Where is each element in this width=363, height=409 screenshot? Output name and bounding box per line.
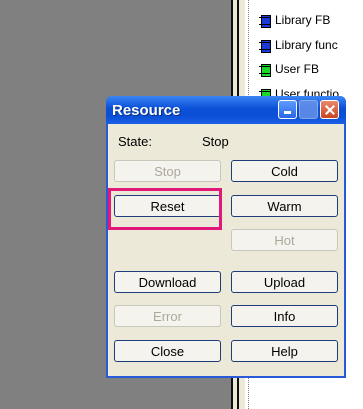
error-button: Error bbox=[114, 305, 221, 327]
upload-button[interactable]: Upload bbox=[231, 271, 338, 293]
help-button[interactable]: Help bbox=[231, 340, 338, 362]
close-icon[interactable] bbox=[320, 100, 339, 119]
state-value: Stop bbox=[202, 134, 229, 149]
download-button[interactable]: Download bbox=[114, 271, 221, 293]
tree-item-user-fb[interactable]: User FB bbox=[259, 60, 319, 78]
dialog-titlebar[interactable]: Resource bbox=[106, 96, 346, 124]
tree-item-library-fb[interactable]: Library FB bbox=[259, 11, 330, 29]
warm-button[interactable]: Warm bbox=[231, 195, 338, 217]
hot-button: Hot bbox=[231, 229, 338, 251]
tree-item-label: Library FB bbox=[275, 13, 331, 27]
tree-item-library-func[interactable]: Library func bbox=[259, 36, 338, 54]
library-func-icon bbox=[259, 39, 272, 53]
tree-item-label: User FB bbox=[275, 62, 320, 76]
maximize-icon bbox=[299, 100, 318, 119]
minimize-icon[interactable] bbox=[278, 100, 297, 119]
info-button[interactable]: Info bbox=[231, 305, 338, 327]
dialog-title: Resource bbox=[112, 101, 181, 119]
reset-highlight-box bbox=[108, 188, 222, 230]
user-fb-icon bbox=[259, 63, 272, 77]
stop-button: Stop bbox=[114, 160, 221, 182]
state-label: State: bbox=[118, 134, 152, 149]
resource-dialog: Resource State: Stop Stop Cold Reset War… bbox=[106, 96, 346, 378]
tree-item-label: Library func bbox=[275, 38, 338, 52]
cold-button[interactable]: Cold bbox=[231, 160, 338, 182]
close-button[interactable]: Close bbox=[114, 340, 221, 362]
library-fb-icon bbox=[259, 14, 272, 28]
